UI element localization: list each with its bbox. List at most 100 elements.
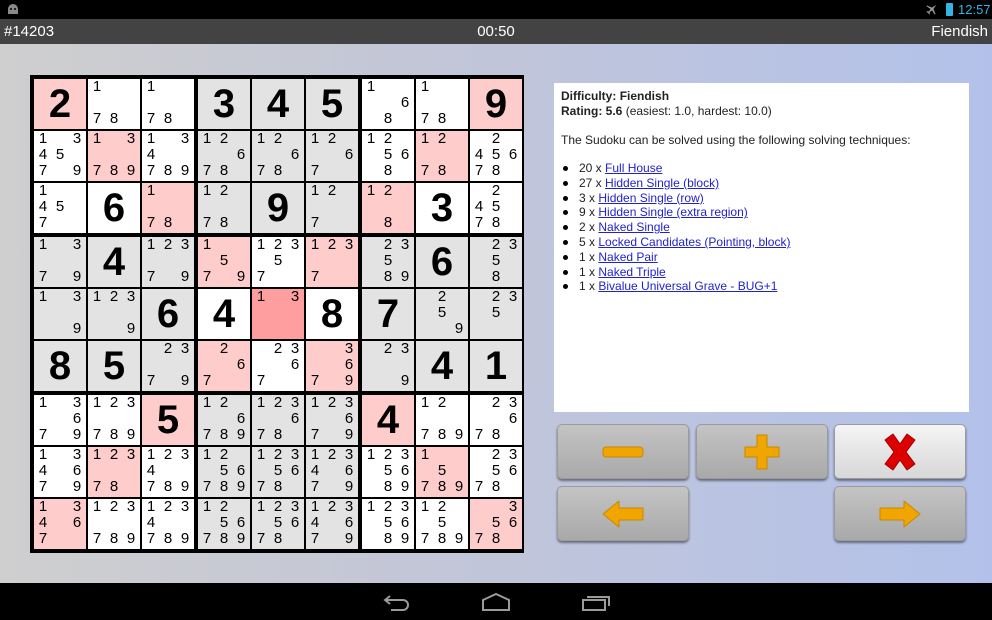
sudoku-cell[interactable]: 12 8 (362, 183, 414, 233)
sudoku-cell[interactable]: 12357 (252, 237, 304, 287)
recent-apps-nav-icon[interactable] (580, 591, 612, 613)
sudoku-cell[interactable]: 4 (88, 237, 140, 287)
sudoku-cell[interactable]: 123 789 (88, 499, 140, 549)
sudoku-cell[interactable]: 123 4 6 7 9 (306, 499, 358, 549)
sudoku-cell[interactable]: 12356 78 (252, 447, 304, 497)
sudoku-cell[interactable]: 1 78 (142, 183, 194, 233)
delete-button[interactable] (834, 424, 966, 479)
sudoku-cell[interactable]: 127 (306, 183, 358, 233)
sudoku-cell[interactable]: 123 9 (88, 289, 140, 339)
sudoku-cell[interactable]: 235 (470, 289, 522, 339)
sudoku-cell[interactable]: 5 (306, 79, 358, 129)
sudoku-cell[interactable]: 1278 (416, 131, 468, 181)
plus-button[interactable] (696, 424, 828, 479)
sudoku-cell[interactable]: 1 3 4 6 7 9 (34, 447, 86, 497)
sudoku-cell[interactable]: 126 78 (198, 131, 250, 181)
sudoku-cell[interactable]: 23 9 (362, 341, 414, 391)
sudoku-cell[interactable]: 8 (34, 341, 86, 391)
sudoku-cell[interactable]: 1457 (34, 183, 86, 233)
sudoku-cell[interactable]: 6 (142, 289, 194, 339)
sudoku-cell[interactable]: 1579 (198, 237, 250, 287)
sudoku-cell[interactable]: 1 3 457 9 (34, 131, 86, 181)
technique-link[interactable]: Naked Single (598, 220, 669, 234)
sudoku-cell[interactable]: 9 (470, 79, 522, 129)
sudoku-cell[interactable]: 8 (306, 289, 358, 339)
sudoku-cell[interactable]: 1256 789 (198, 447, 250, 497)
sudoku-cell[interactable]: 123 7 9 (142, 237, 194, 287)
sudoku-cell[interactable]: 7 (362, 289, 414, 339)
sudoku-cell[interactable]: 1235689 (362, 499, 414, 549)
sudoku-cell[interactable]: 5 (88, 341, 140, 391)
sudoku-cell[interactable]: 1236 78 (252, 395, 304, 445)
sudoku-cell[interactable]: 4 (416, 341, 468, 391)
candidate-digit: 2 (219, 446, 229, 463)
sudoku-cell[interactable]: 4 (198, 289, 250, 339)
sudoku-cell[interactable]: 236 7 (252, 341, 304, 391)
sudoku-cell[interactable]: 9 (252, 183, 304, 233)
next-button[interactable] (834, 486, 966, 541)
candidate-digit: 6 (344, 146, 354, 163)
sudoku-cell[interactable]: 2 (34, 79, 86, 129)
sudoku-cell[interactable]: 126 789 (198, 395, 250, 445)
sudoku-cell[interactable]: 2356 78 (470, 447, 522, 497)
sudoku-cell[interactable]: 356 78 (470, 499, 522, 549)
sudoku-cell[interactable]: 123 4 6 7 9 (306, 447, 358, 497)
sudoku-cell[interactable]: 1 (470, 341, 522, 391)
back-nav-icon[interactable] (381, 591, 413, 613)
sudoku-cell[interactable]: 1 78 (142, 79, 194, 129)
sudoku-cell[interactable]: 1 36 7 9 (34, 395, 86, 445)
sudoku-cell[interactable]: 3 (416, 183, 468, 233)
sudoku-cell[interactable]: 126 7 (306, 131, 358, 181)
sudoku-cell[interactable]: 1 78 (88, 79, 140, 129)
sudoku-cell[interactable]: 4 (252, 79, 304, 129)
sudoku-cell[interactable]: 1256 789 (198, 499, 250, 549)
technique-link[interactable]: Naked Triple (598, 265, 665, 279)
sudoku-cell[interactable]: 123 4789 (142, 447, 194, 497)
sudoku-cell[interactable]: 12789 (416, 395, 468, 445)
sudoku-cell[interactable]: 23589 (362, 237, 414, 287)
technique-link[interactable]: Hidden Single (extra region) (598, 205, 747, 219)
previous-button[interactable] (557, 486, 689, 541)
sudoku-cell[interactable]: 1 3 789 (88, 131, 140, 181)
sudoku-cell[interactable]: 125789 (416, 499, 468, 549)
sudoku-cell[interactable]: 24578 (470, 183, 522, 233)
sudoku-cell[interactable]: 13 (252, 289, 304, 339)
technique-link[interactable]: Locked Candidates (Pointing, block) (598, 235, 790, 249)
minus-button[interactable] (557, 424, 689, 479)
sudoku-cell[interactable]: 1 3 7 9 (34, 237, 86, 287)
sudoku-cell[interactable]: 123 7 (306, 237, 358, 287)
sudoku-cell[interactable]: 123 789 (88, 395, 140, 445)
sudoku-cell[interactable]: 5 (142, 395, 194, 445)
sudoku-cell[interactable]: 4 (362, 395, 414, 445)
sudoku-cell[interactable]: 126 78 (252, 131, 304, 181)
sudoku-cell[interactable]: 15789 (416, 447, 468, 497)
technique-link[interactable]: Hidden Single (block) (605, 176, 719, 190)
sudoku-cell[interactable]: 1 3 4 6 7 (34, 499, 86, 549)
technique-link[interactable]: Full House (605, 161, 662, 175)
sudoku-cell[interactable]: 1 78 (416, 79, 468, 129)
sudoku-cell[interactable]: 236 78 (470, 395, 522, 445)
sudoku-cell[interactable]: 123 78 (88, 447, 140, 497)
sudoku-cell[interactable]: 6 (88, 183, 140, 233)
sudoku-cell[interactable]: 23 7 9 (142, 341, 194, 391)
technique-link[interactable]: Hidden Single (row) (598, 191, 703, 205)
sudoku-cell[interactable]: 2456 78 (470, 131, 522, 181)
sudoku-cell[interactable]: 259 (416, 289, 468, 339)
sudoku-cell[interactable]: 12356 78 (252, 499, 304, 549)
sudoku-cell[interactable]: 1 3 4789 (142, 131, 194, 181)
sudoku-cell[interactable]: 1235689 (362, 447, 414, 497)
sudoku-cell[interactable]: 1278 (198, 183, 250, 233)
technique-link[interactable]: Naked Pair (598, 250, 657, 264)
sudoku-cell[interactable]: 26 7 (198, 341, 250, 391)
sudoku-cell[interactable]: 123 4789 (142, 499, 194, 549)
sudoku-cell[interactable]: 1236 7 9 (306, 395, 358, 445)
sudoku-cell[interactable]: 1 3 9 (34, 289, 86, 339)
sudoku-cell[interactable]: 12568 (362, 131, 414, 181)
sudoku-cell[interactable]: 2358 (470, 237, 522, 287)
sudoku-cell[interactable]: 3 (198, 79, 250, 129)
technique-link[interactable]: Bivalue Universal Grave - BUG+1 (598, 279, 777, 293)
sudoku-cell[interactable]: 6 (416, 237, 468, 287)
home-nav-icon[interactable] (480, 591, 512, 613)
sudoku-cell[interactable]: 36 7 9 (306, 341, 358, 391)
sudoku-cell[interactable]: 1 68 (362, 79, 414, 129)
